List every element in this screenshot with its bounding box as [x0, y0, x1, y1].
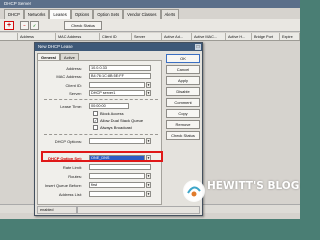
tab-vendor-classes[interactable]: Vendor Classes: [123, 9, 161, 19]
address-list-field[interactable]: [89, 191, 145, 197]
client-id-label: Client ID:: [65, 83, 82, 88]
address-list-dropdown-icon[interactable]: ▾: [146, 191, 151, 197]
column-active-address[interactable]: Active Ad...: [162, 33, 192, 40]
cancel-button[interactable]: Cancel: [166, 65, 200, 74]
blog-watermark: HEWITT'S BLOG: [182, 180, 300, 216]
remove-lease-button[interactable]: Remove: [166, 120, 200, 129]
apply-button[interactable]: Apply: [166, 76, 200, 85]
column-active-mac[interactable]: Active MAC...: [192, 33, 226, 40]
column-bridge-port[interactable]: Bridge Port: [252, 33, 280, 40]
column-expire[interactable]: Expire: [280, 33, 300, 40]
separator: [44, 134, 158, 135]
always-broadcast-label: Always Broadcast: [100, 125, 132, 130]
dhcp-options-dropdown-icon[interactable]: ▾: [146, 138, 151, 144]
insert-queue-dropdown-icon[interactable]: ▾: [146, 182, 151, 188]
block-access-checkbox[interactable]: [93, 111, 98, 116]
address-label: Address:: [66, 66, 82, 71]
routes-field[interactable]: [89, 173, 145, 179]
address-list-label: Address List:: [58, 192, 82, 197]
status-enabled: enabled: [37, 206, 77, 214]
tab-networks[interactable]: Networks: [23, 9, 50, 19]
rate-limit-label: Rate Limit:: [62, 165, 82, 170]
disable-button[interactable]: Disable: [166, 87, 200, 96]
insert-queue-before-label: Insert Queue Before:: [44, 183, 82, 188]
toolbar: + − ✓ Check Status: [0, 19, 300, 32]
address-field[interactable]: 10.0.0.33: [89, 65, 151, 71]
highlight-box: [41, 151, 163, 162]
dialog-title: New DHCP Lease: [35, 43, 202, 51]
window-title: DHCP Server: [0, 0, 300, 8]
check-status-button[interactable]: Check Status: [64, 21, 102, 30]
mac-address-label: MAC Address:: [56, 74, 82, 79]
insert-queue-before-select[interactable]: first: [89, 182, 145, 188]
dialog-status-bar: enabled: [37, 206, 200, 214]
add-button[interactable]: +: [4, 21, 14, 30]
allow-dual-stack-checkbox[interactable]: ✓: [93, 118, 98, 123]
routes-dropdown-icon[interactable]: ▾: [146, 173, 151, 179]
enable-button[interactable]: ✓: [30, 21, 39, 30]
check-status-lease-button[interactable]: Check Status: [166, 131, 200, 140]
column-address[interactable]: Address: [18, 33, 56, 40]
server-label: Server:: [69, 91, 82, 96]
block-access-label: Block Access: [100, 111, 124, 116]
column-client-id[interactable]: Client ID: [100, 33, 132, 40]
watermark-title: HEWITT'S BLOG: [207, 180, 300, 192]
server-select[interactable]: DHCP server1: [89, 90, 145, 96]
lease-table-header: Address MAC Address Client ID Server Act…: [0, 33, 300, 41]
blog-logo-icon: [183, 180, 205, 202]
tab-dhcp[interactable]: DHCP: [4, 9, 24, 19]
column-header[interactable]: [0, 33, 18, 40]
rate-limit-field[interactable]: [89, 164, 151, 170]
dhcp-options-label: DHCP Options:: [54, 139, 82, 144]
tab-alerts[interactable]: Alerts: [160, 9, 180, 19]
general-panel: Address: 10.0.0.33 MAC Address: B4:76:1C…: [37, 60, 162, 205]
window-tabs: DHCP Networks Leases Options Option Sets…: [0, 9, 180, 19]
new-dhcp-lease-dialog: New DHCP Lease □ General Active Address:…: [34, 42, 203, 216]
routes-label: Routes:: [68, 174, 82, 179]
column-server[interactable]: Server: [132, 33, 162, 40]
tab-leases[interactable]: Leases: [49, 9, 71, 19]
client-id-dropdown-icon[interactable]: ▾: [146, 82, 151, 88]
lease-time-field[interactable]: 00:00:00: [89, 103, 129, 109]
column-active-host[interactable]: Active H...: [226, 33, 252, 40]
tab-option-sets[interactable]: Option Sets: [93, 9, 124, 19]
lease-time-label: Lease Time:: [60, 104, 82, 109]
copy-button[interactable]: Copy: [166, 109, 200, 118]
ok-button[interactable]: OK: [166, 54, 200, 63]
client-id-field[interactable]: [89, 82, 145, 88]
comment-button[interactable]: Comment: [166, 98, 200, 107]
mac-address-field[interactable]: B4:76:1C:8B:5E:FF: [89, 73, 151, 79]
always-broadcast-checkbox[interactable]: [93, 125, 98, 130]
server-dropdown-icon[interactable]: ▾: [146, 90, 151, 96]
remove-button[interactable]: −: [20, 21, 29, 30]
allow-dual-stack-label: Allow Dual Stack Queue: [100, 118, 144, 123]
dhcp-options-field[interactable]: [89, 138, 145, 144]
maximize-icon[interactable]: □: [195, 44, 201, 50]
separator: [44, 99, 158, 100]
column-mac-address[interactable]: MAC Address: [56, 33, 100, 40]
tab-options[interactable]: Options: [70, 9, 94, 19]
